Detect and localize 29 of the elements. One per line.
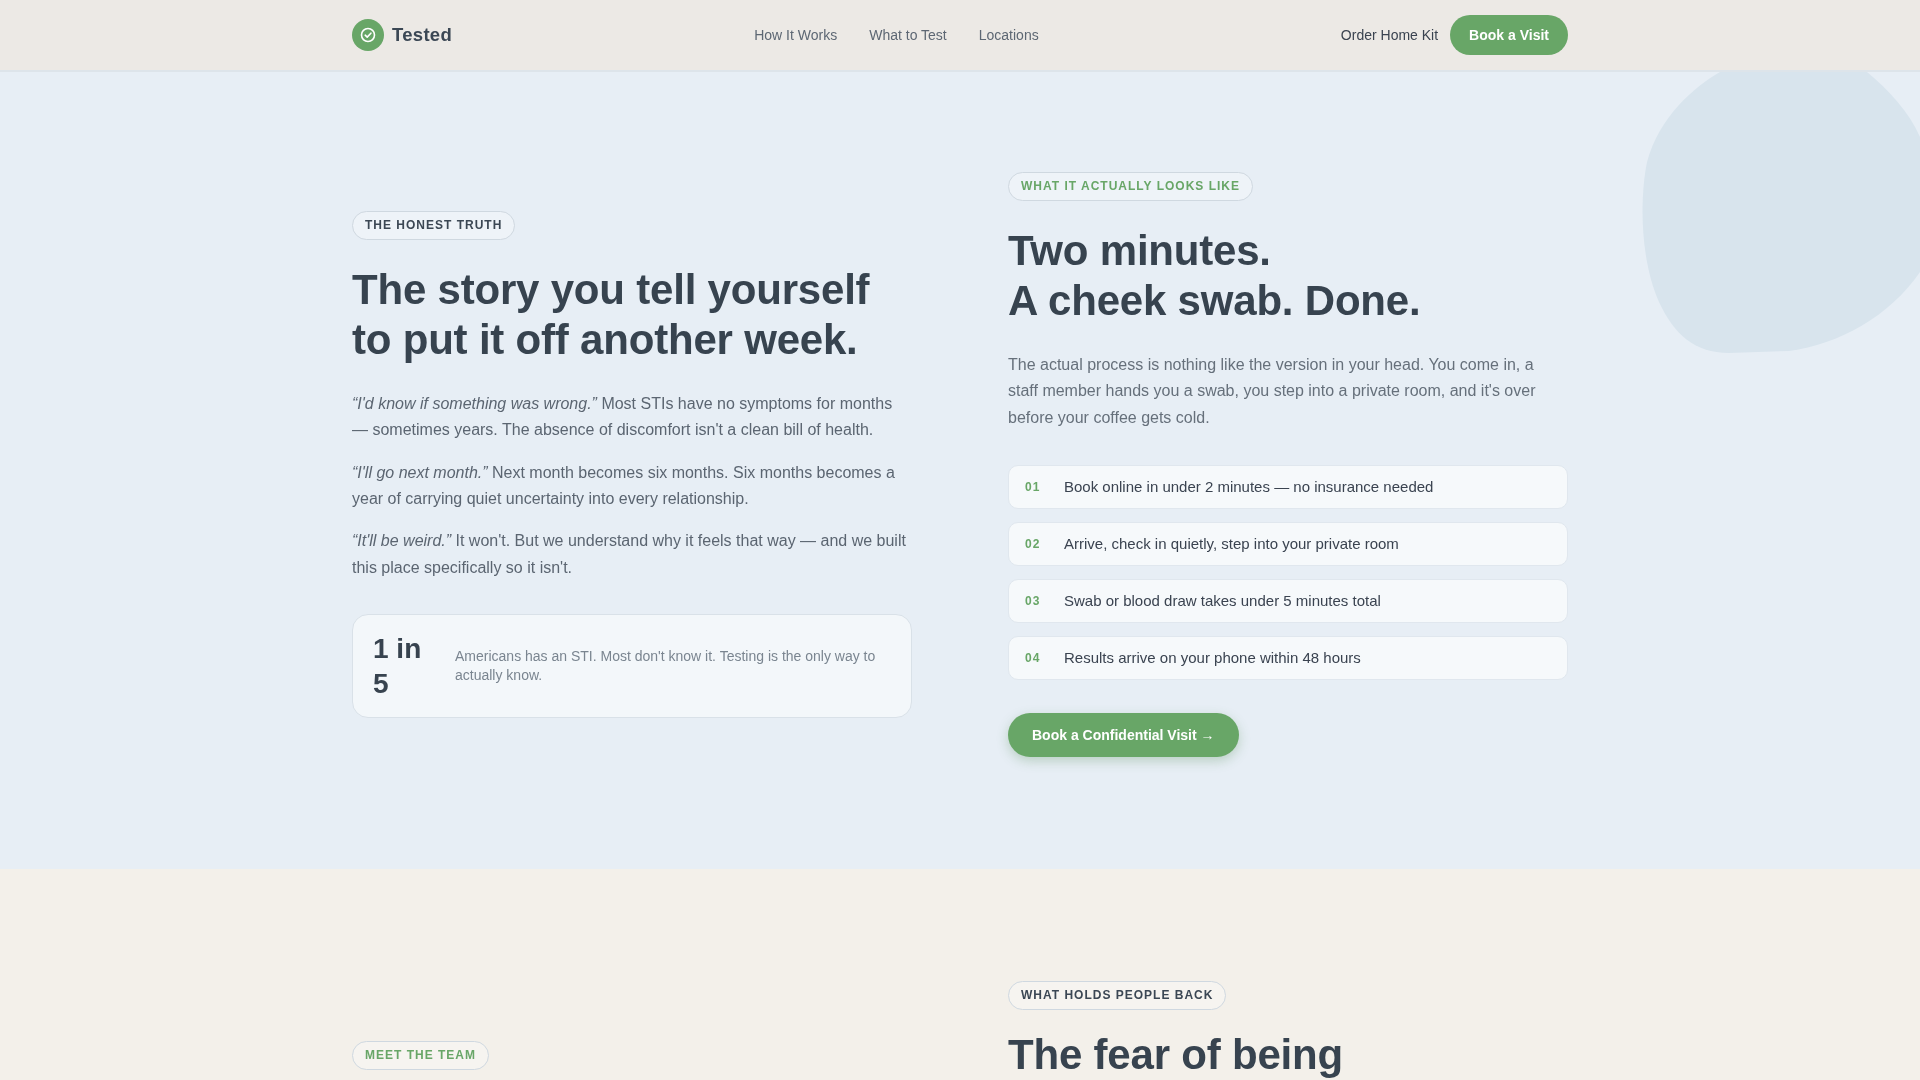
nav-link[interactable]: Locations [978,27,1039,43]
section-label: WHAT HOLDS PEOPLE BACK [1008,981,1227,1011]
book-confidential-visit-button[interactable]: Book a Confidential Visit → [1008,713,1239,758]
section-heading: The fear of being [1008,1034,1344,1077]
step-text: Book online in under 2 minutes — no insurance needed [1064,477,1434,498]
body-paragraph: The actual process is nothing like the version in your head. You come in, a staff member hands you a swab, you step into a private room, and it's over before your coffee gets cold. [1008,354,1537,428]
body-paragraph: “It'll be weird.” It won't. But we understand why it feels that way — and we built this place specifically so it isn't. [352,531,907,578]
brand-name[interactable]: Tested [392,24,453,46]
step-text: Results arrive on your phone within 48 hours [1064,648,1361,669]
check-circle-icon [352,19,384,51]
nav-link[interactable]: How It Works [754,27,838,43]
step-text: Arrive, check in quietly, step into your private room [1064,534,1399,555]
section-label: THE HONEST TRUTH [352,210,516,240]
step-number: 01 [1025,479,1042,497]
section-label: WHAT IT ACTUALLY LOOKS LIKE [1008,172,1253,201]
step-number: 02 [1025,536,1042,554]
body-paragraph: “I'd know if something was wrong.” Most STIs have no symptoms for months — sometimes years. The absence of discomfort isn't a clean bill of health. [352,393,894,441]
step-number: 04 [1025,650,1042,668]
body-paragraph: “I'll go next month.” Next month becomes six months. Six months becomes a year of carrying quiet uncertainty into every relationship. [352,462,896,509]
stat-description: Americans has an STI. Most don't know it. Testing is the only way to actually know. [455,646,877,686]
section-label: MEET THE TEAM [352,1041,489,1071]
nav-link[interactable]: What to Test [869,27,947,43]
stat-number: 1 in 5 [373,632,423,702]
book-visit-button[interactable]: Book a Visit [1450,15,1568,55]
step-number: 03 [1025,593,1042,611]
step-text: Swab or blood draw takes under 5 minutes total [1064,591,1381,612]
section-heading: The story you tell yourself to put it off another week. [352,264,871,366]
section-heading: Two minutes. A cheek swab. Done. [1008,226,1422,327]
order-home-kit-link[interactable]: Order Home Kit [1340,27,1439,43]
